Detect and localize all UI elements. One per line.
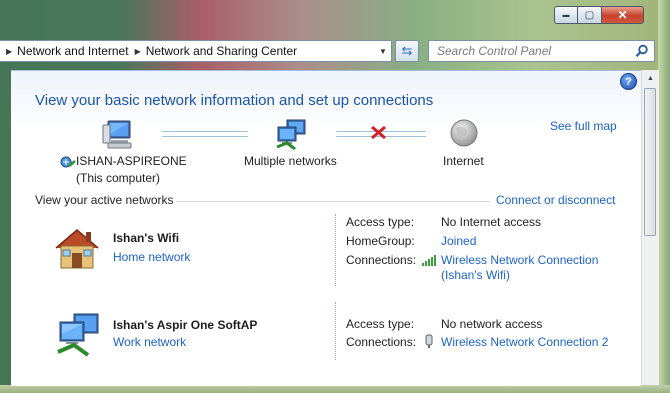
- wireless-connection-2-link[interactable]: Wireless Network Connection 2: [441, 335, 608, 349]
- globe-icon: [450, 119, 478, 147]
- work-network-icon: [57, 313, 99, 357]
- refresh-icon: ⇆: [401, 43, 413, 58]
- address-bar[interactable]: ▶ Network and Internet ▶ Network and Sha…: [0, 40, 392, 62]
- scroll-up-arrow-icon[interactable]: ▲: [642, 70, 659, 87]
- search-icon[interactable]: [635, 44, 649, 58]
- computer-name: ISHAN-ASPIREONE: [76, 154, 187, 168]
- network-name: Ishan's Wifi: [113, 231, 180, 245]
- address-dropdown-icon[interactable]: ▼: [375, 41, 391, 61]
- breadcrumb-arrow-icon[interactable]: ▶: [135, 47, 141, 56]
- connection-line: [162, 131, 248, 137]
- homegroup-link[interactable]: Joined: [441, 234, 476, 248]
- connections-label: Connections:: [346, 335, 417, 349]
- home-network-icon: [55, 229, 99, 269]
- help-label: ?: [625, 75, 632, 88]
- search-input[interactable]: Search Control Panel: [437, 44, 551, 58]
- network-computer-badge-icon: [60, 156, 76, 168]
- vertical-scrollbar[interactable]: ▲: [641, 70, 659, 385]
- network-type-link[interactable]: Work network: [113, 335, 186, 349]
- navigation-bar: ▶ Network and Internet ▶ Network and Sha…: [0, 40, 658, 64]
- wireless-signal-icon: [422, 255, 436, 266]
- connections-label: Connections:: [346, 253, 417, 267]
- close-button[interactable]: ✕: [602, 6, 644, 24]
- computer-icon: [102, 120, 132, 149]
- access-type-label: Access type:: [346, 215, 415, 229]
- adapter-icon: [425, 334, 433, 348]
- minimize-button[interactable]: ▬: [554, 6, 578, 24]
- wireless-connection-ssid[interactable]: (Ishan's Wifi): [441, 268, 510, 282]
- active-networks-title: View your active networks: [35, 193, 174, 207]
- homegroup-label: HomeGroup:: [346, 234, 415, 248]
- network-type-link[interactable]: Home network: [113, 250, 190, 264]
- scrollbar-thumb[interactable]: [644, 88, 656, 236]
- section-divider: [176, 201, 490, 202]
- caption-buttons: ▬ ▢ ✕: [554, 6, 644, 24]
- page-title: View your basic network information and …: [35, 92, 434, 109]
- help-icon[interactable]: ?: [620, 73, 637, 90]
- window-bottom-frame: [0, 385, 670, 393]
- refresh-button[interactable]: ⇆: [395, 40, 419, 62]
- column-divider: [335, 214, 336, 286]
- access-type-value: No network access: [441, 317, 543, 331]
- search-box[interactable]: Search Control Panel: [428, 40, 655, 62]
- breadcrumb-network-and-internet[interactable]: Network and Internet: [17, 44, 128, 58]
- access-type-label: Access type:: [346, 317, 415, 331]
- window-frame-edge: [658, 0, 670, 393]
- breadcrumb-arrow-icon[interactable]: ▶: [6, 47, 12, 56]
- multiple-networks-label: Multiple networks: [244, 154, 337, 168]
- internet-label: Internet: [443, 154, 484, 168]
- connect-or-disconnect-link[interactable]: Connect or disconnect: [496, 193, 615, 207]
- access-type-value: No Internet access: [441, 215, 542, 229]
- see-full-map-link[interactable]: See full map: [550, 119, 617, 133]
- maximize-icon: ▢: [584, 9, 595, 21]
- no-connection-x-icon: [371, 125, 386, 140]
- minimize-icon: ▬: [562, 11, 570, 19]
- network-name: Ishan's Aspir One SoftAP: [113, 318, 258, 332]
- multiple-networks-icon: [276, 119, 306, 151]
- close-icon: ✕: [617, 8, 628, 22]
- maximize-button[interactable]: ▢: [578, 6, 602, 24]
- wireless-connection-link[interactable]: Wireless Network Connection: [441, 253, 598, 267]
- column-divider: [335, 302, 336, 360]
- computer-subtitle: (This computer): [76, 171, 161, 185]
- breadcrumb-network-and-sharing-center[interactable]: Network and Sharing Center: [146, 44, 297, 58]
